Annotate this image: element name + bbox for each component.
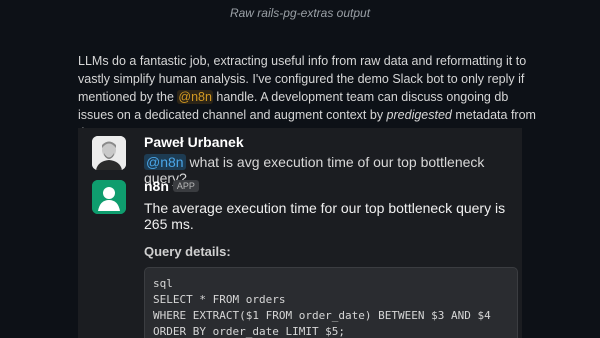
bot-avatar[interactable] [92,180,126,214]
bot-name[interactable]: n8n [144,178,169,194]
code-line: WHERE EXTRACT($1 FROM order_date) BETWEE… [153,309,491,322]
user-avatar[interactable] [92,136,126,170]
user-name[interactable]: Paweł Urbanek [144,134,512,150]
code-line: sql [153,277,173,290]
slack-thread: Paweł Urbanek @n8n what is avg execution… [78,128,522,338]
app-badge: APP [172,180,199,192]
query-details-label: Query details: [144,244,231,259]
image-caption: Raw rails-pg-extras output [229,6,371,20]
person-portrait-icon [92,136,126,170]
article-emphasis: predigested [386,108,452,122]
code-block[interactable]: sql SELECT * FROM orders WHERE EXTRACT($… [144,267,518,338]
bot-answer: The average execution time for our top b… [144,200,506,232]
code-line: ORDER BY order_date LIMIT $5; [153,325,346,338]
bot-message-body: n8n APP The average execution time for ou… [144,178,518,338]
mention-n8n[interactable]: @n8n [144,154,186,170]
code-line: SELECT * FROM orders [153,293,286,306]
person-silhouette-icon [92,180,126,214]
bot-header: n8n APP [144,178,512,196]
bot-handle: @n8n [177,90,213,104]
user-message: Paweł Urbanek @n8n what is avg execution… [92,134,512,186]
